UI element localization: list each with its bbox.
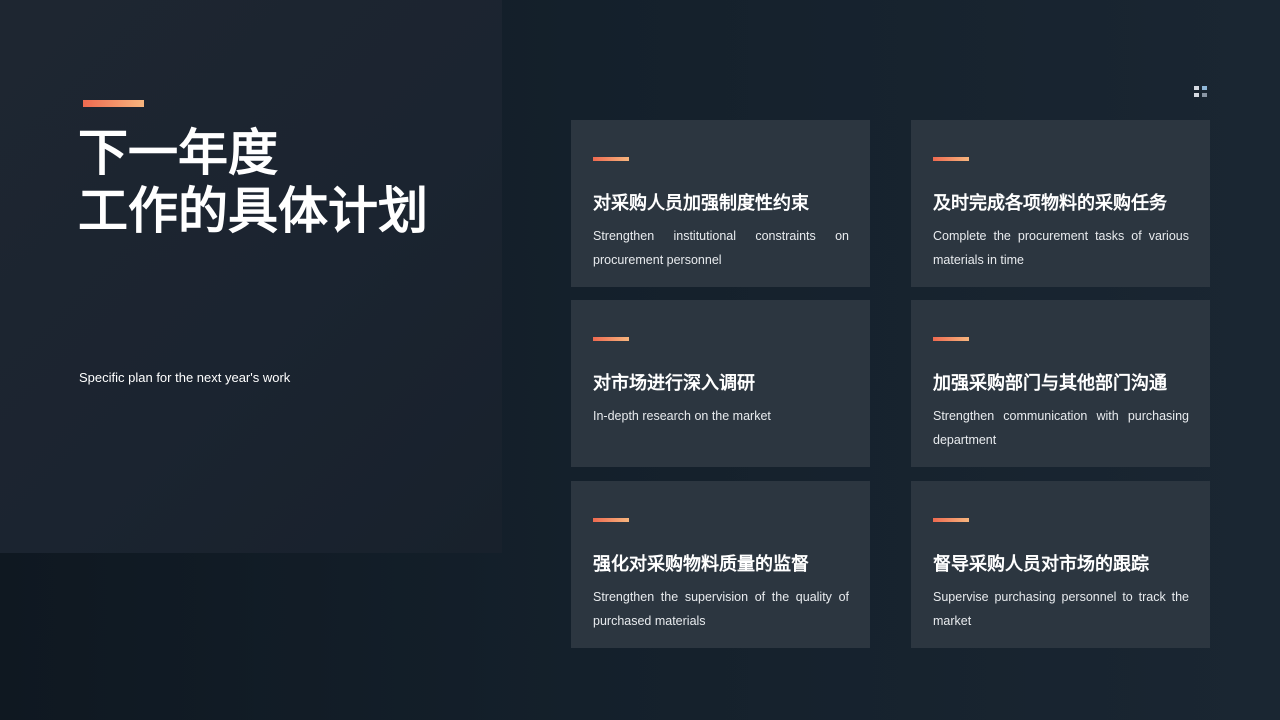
card-description: Complete the procurement tasks of variou…: [933, 229, 1189, 267]
card-description: In-depth research on the market: [593, 409, 771, 423]
card-description: Strengthen the supervision of the qualit…: [593, 590, 849, 628]
left-panel: 下一年度 工作的具体计划 Specific plan for the next …: [0, 0, 502, 553]
page-subtitle: Specific plan for the next year's work: [79, 370, 291, 385]
plan-card: 及时完成各项物料的采购任务 Complete the procurement t…: [911, 120, 1210, 287]
card-title: 加强采购部门与其他部门沟通: [933, 373, 1167, 394]
card-accent-bar: [933, 157, 969, 161]
card-accent-bar: [593, 337, 629, 341]
card-accent-bar: [593, 518, 629, 522]
page-title-line-2: 工作的具体计划: [78, 182, 428, 240]
card-description: Strengthen institutional constraints on …: [593, 229, 849, 267]
page-title-line-1: 下一年度: [78, 124, 278, 182]
card-accent-bar: [593, 157, 629, 161]
card-title: 及时完成各项物料的采购任务: [933, 193, 1167, 214]
card-accent-bar: [933, 337, 969, 341]
grid-icon: [1194, 86, 1207, 98]
card-title: 强化对采购物料质量的监督: [593, 554, 809, 575]
plan-card: 强化对采购物料质量的监督 Strengthen the supervision …: [571, 481, 870, 648]
card-title: 督导采购人员对市场的跟踪: [933, 554, 1149, 575]
plan-card: 加强采购部门与其他部门沟通 Strengthen communication w…: [911, 300, 1210, 467]
card-description: Supervise purchasing personnel to track …: [933, 590, 1189, 628]
plan-card: 对采购人员加强制度性约束 Strengthen institutional co…: [571, 120, 870, 287]
plan-card: 督导采购人员对市场的跟踪 Supervise purchasing person…: [911, 481, 1210, 648]
card-description: Strengthen communication with purchasing…: [933, 409, 1189, 447]
plan-card: 对市场进行深入调研 In-depth research on the marke…: [571, 300, 870, 467]
card-title: 对市场进行深入调研: [593, 373, 755, 394]
card-title: 对采购人员加强制度性约束: [593, 193, 809, 214]
card-accent-bar: [933, 518, 969, 522]
title-accent-bar: [83, 100, 144, 107]
page-title: 下一年度 工作的具体计划: [78, 124, 428, 240]
